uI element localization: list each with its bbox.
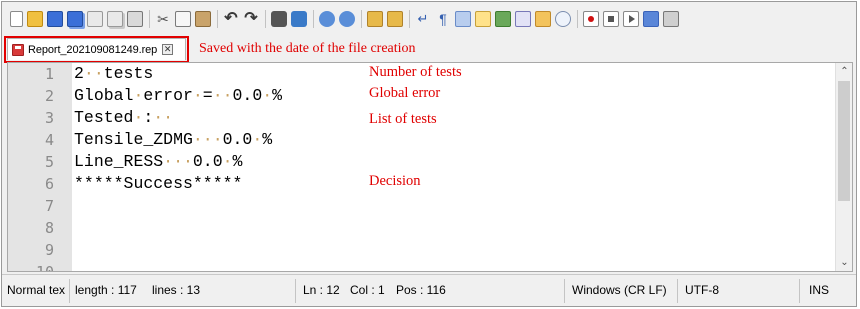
annotation-global-error: Global error — [369, 85, 441, 101]
annotation-list-of-tests: List of tests — [369, 111, 437, 127]
annotation-number-of-tests: Number of tests — [369, 64, 462, 80]
close-icon[interactable] — [87, 11, 103, 27]
toolbar-separator — [409, 10, 410, 28]
scrollbar-thumb[interactable] — [838, 81, 850, 201]
status-encoding[interactable]: UTF-8 — [680, 275, 760, 306]
save-icon[interactable] — [47, 11, 63, 27]
word-wrap-icon[interactable]: ↵ — [415, 11, 431, 27]
notepad-window: ✂ ↶ ↷ ↵ ¶ Report_202109081249.rep ✕ Save… — [1, 1, 857, 307]
code-line: 2··tests — [74, 64, 154, 83]
line-number: 10 — [35, 263, 54, 272]
user-language-icon[interactable] — [475, 11, 491, 27]
scroll-down-icon[interactable]: ⌄ — [836, 254, 852, 271]
status-insert-mode[interactable]: INS — [804, 275, 844, 306]
status-divider — [564, 279, 565, 303]
status-divider — [295, 279, 296, 303]
document-map-icon[interactable] — [495, 11, 511, 27]
toolbar-separator — [577, 10, 578, 28]
status-file-type: Normal tex — [7, 283, 66, 297]
toolbar-separator — [265, 10, 266, 28]
cut-icon[interactable]: ✂ — [155, 11, 171, 27]
line-number: 3 — [44, 109, 54, 127]
toolbar-separator — [361, 10, 362, 28]
macro-run-multiple-icon[interactable] — [643, 11, 659, 27]
status-lines: lines : 13 — [152, 283, 201, 297]
show-all-characters-icon[interactable]: ¶ — [435, 11, 451, 27]
zoom-out-icon[interactable] — [339, 11, 355, 27]
macro-stop-icon[interactable] — [603, 11, 619, 27]
function-list-icon[interactable] — [515, 11, 531, 27]
sync-vertical-icon[interactable] — [367, 11, 383, 27]
code-line: Tested·:·· — [74, 108, 174, 127]
line-number: 5 — [44, 153, 54, 171]
sync-horizontal-icon[interactable] — [387, 11, 403, 27]
line-number: 7 — [44, 197, 54, 215]
code-line: Line_RESS···0.0·% — [74, 152, 243, 171]
code-line: *****Success***** — [74, 174, 243, 193]
monitoring-icon[interactable] — [555, 11, 571, 27]
new-file-icon[interactable] — [10, 11, 23, 27]
close-tab-icon[interactable]: ✕ — [162, 44, 174, 55]
print-icon[interactable] — [127, 11, 143, 27]
toolbar-separator — [149, 10, 150, 28]
toolbar-separator — [313, 10, 314, 28]
paste-icon[interactable] — [195, 11, 211, 27]
annotation-decision: Decision — [369, 173, 421, 189]
file-tab-label: Report_202109081249.rep — [28, 43, 158, 56]
line-number: 2 — [44, 87, 54, 105]
scroll-up-icon[interactable]: ⌃ — [836, 63, 852, 80]
status-position: Pos : 116 — [396, 283, 446, 297]
code-line: Global·error·=··0.0·% — [74, 86, 283, 105]
save-all-icon[interactable] — [67, 11, 83, 27]
line-number-gutter: 1 2 3 4 5 6 7 8 9 10 — [8, 63, 72, 271]
status-bar: Normal tex length : 117 lines : 13 Ln : … — [2, 274, 856, 306]
code-line: Tensile_ZDMG···0.0·% — [74, 130, 273, 149]
toolbar-separator — [217, 10, 218, 28]
macro-save-icon[interactable] — [663, 11, 679, 27]
status-divider — [799, 279, 800, 303]
undo-icon[interactable]: ↶ — [223, 11, 239, 27]
copy-icon[interactable] — [175, 11, 191, 27]
status-divider — [677, 279, 678, 303]
open-file-icon[interactable] — [27, 11, 43, 27]
macro-play-icon[interactable] — [623, 11, 639, 27]
find-icon[interactable] — [271, 11, 287, 27]
vertical-scrollbar[interactable]: ⌃ ⌄ — [835, 63, 852, 271]
indent-guide-icon[interactable] — [455, 11, 471, 27]
line-number: 6 — [44, 175, 54, 193]
toolbar: ✂ ↶ ↷ ↵ ¶ — [2, 2, 856, 36]
line-number: 1 — [44, 65, 54, 83]
unsaved-file-icon — [12, 43, 24, 56]
replace-icon[interactable] — [291, 11, 307, 27]
tab-bar: Report_202109081249.rep ✕ — [2, 36, 856, 63]
redo-icon[interactable]: ↷ — [243, 11, 259, 27]
status-column: Col : 1 — [350, 283, 385, 297]
line-number: 9 — [44, 241, 54, 259]
line-number: 4 — [44, 131, 54, 149]
status-eol-format[interactable]: Windows (CR LF) — [567, 275, 672, 306]
tab-annotation: Saved with the date of the file creation — [199, 41, 416, 56]
status-line-number: Ln : 12 — [303, 283, 340, 297]
folder-workspace-icon[interactable] — [535, 11, 551, 27]
zoom-in-icon[interactable] — [319, 11, 335, 27]
status-length: length : 117 — [75, 283, 137, 297]
line-number: 8 — [44, 219, 54, 237]
close-all-icon[interactable] — [107, 11, 123, 27]
file-tab[interactable]: Report_202109081249.rep ✕ — [7, 38, 186, 60]
macro-record-icon[interactable] — [583, 11, 599, 27]
text-editor[interactable]: 1 2 3 4 5 6 7 8 9 10 2··tests Global·err… — [7, 62, 853, 272]
